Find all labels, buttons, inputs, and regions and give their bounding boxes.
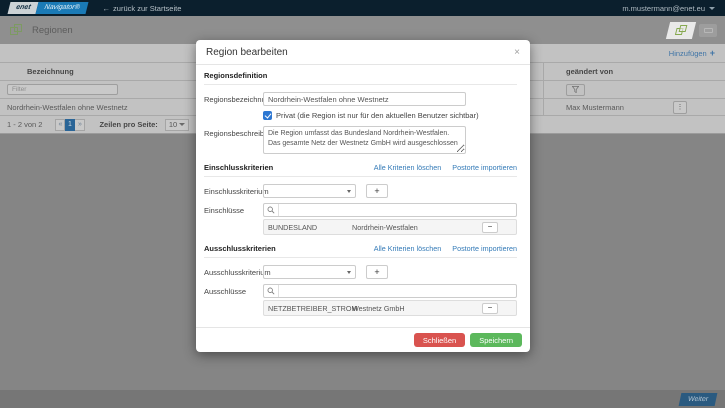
- ausschluss-item-type: NETZBETREIBER_STROM: [268, 303, 358, 313]
- exclude-import-postorte-link[interactable]: Postorte importieren: [452, 244, 517, 253]
- regionsbeschreibung-row: Regionsbeschreibung Die Region umfasst d…: [204, 126, 517, 154]
- regionsbezeichnung-label: Regionsbezeichnung: [204, 95, 275, 104]
- top-navbar: enet Navigator® ← zurück zur Startseite …: [0, 0, 725, 16]
- privat-row: Privat (die Region ist nur für den aktue…: [263, 111, 517, 120]
- modal-header: Region bearbeiten ×: [196, 40, 530, 65]
- logo-enet: enet: [7, 2, 39, 14]
- search-icon: [264, 204, 279, 216]
- ausschlusskriterium-label: Ausschlusskriterium: [204, 268, 271, 277]
- back-to-start-link[interactable]: ← zurück zur Startseite: [103, 4, 182, 13]
- pagination-range: 1 - 2 von 2: [7, 120, 43, 129]
- regionsdefinition-heading: Regionsdefinition: [204, 71, 268, 80]
- back-arrow-icon: ←: [102, 3, 111, 13]
- speichern-button[interactable]: Speichern: [470, 333, 522, 347]
- modal-body: Regionsdefinition Regionsbezeichnung Pri…: [196, 65, 530, 327]
- section-regionsdefinition: Regionsdefinition: [204, 71, 517, 85]
- einschluss-list-item: BUNDESLAND Nordrhein-Westfalen −: [263, 219, 517, 235]
- logo-navigator: Navigator®: [35, 2, 89, 14]
- einschluesse-search: [263, 203, 517, 217]
- bezeichnung-filter-input[interactable]: [7, 84, 118, 95]
- overlap-squares-icon: [674, 24, 688, 36]
- plus-icon[interactable]: +: [710, 48, 715, 58]
- modal-title: Region bearbeiten: [206, 47, 288, 58]
- einschlusskriterium-select[interactable]: [263, 184, 356, 198]
- add-ausschlusskriterium-button[interactable]: +: [366, 265, 388, 279]
- exclude-clear-all-link[interactable]: Alle Kriterien löschen: [374, 244, 442, 253]
- back-link-label: zurück zur Startseite: [113, 3, 182, 13]
- chevron-down-icon: [347, 189, 351, 193]
- ausschluss-list-item: NETZBETREIBER_STROM Westnetz GmbH −: [263, 300, 517, 316]
- section-ausschlusskriterien: Ausschlusskriterien Alle Kriterien lösch…: [204, 244, 517, 258]
- ausschlusskriterium-select[interactable]: [263, 265, 356, 279]
- private-checkbox-label: Privat (die Region ist nur für den aktue…: [276, 111, 479, 120]
- ausschluesse-label: Ausschlüsse: [204, 287, 247, 296]
- regionsbezeichnung-row: Regionsbezeichnung: [204, 92, 517, 106]
- regions-icon: [10, 23, 23, 37]
- region-edit-modal: Region bearbeiten × Regionsdefinition Re…: [196, 40, 530, 352]
- remove-ausschluss-button[interactable]: −: [482, 302, 498, 314]
- secondary-action-button[interactable]: [699, 23, 717, 37]
- chevron-down-icon: [178, 123, 185, 126]
- einschluss-item-value: Nordrhein-Westfalen: [352, 222, 418, 232]
- chevron-down-icon: [709, 6, 715, 10]
- regionsbeschreibung-textarea[interactable]: Die Region umfasst das Bundesland Nordrh…: [263, 126, 466, 154]
- einschlusskriterium-label: Einschlusskriterium: [204, 187, 269, 196]
- modal-footer: Schließen Speichern: [196, 327, 530, 352]
- ausschluesse-search-input[interactable]: [279, 285, 516, 297]
- include-import-postorte-link[interactable]: Postorte importieren: [452, 163, 517, 172]
- panel-icon: [703, 27, 713, 33]
- primary-action-button[interactable]: [665, 21, 697, 39]
- search-icon: [264, 285, 279, 297]
- pagination-page-1-button[interactable]: 1: [65, 118, 76, 131]
- pagination-prev-button[interactable]: «: [55, 118, 66, 131]
- ausschluesse-row: Ausschlüsse NETZBETREIBER_STROM Westnetz…: [204, 284, 517, 316]
- ausschlusskriterium-row: Ausschlusskriterium +: [204, 265, 517, 279]
- schliessen-button[interactable]: Schließen: [413, 333, 466, 347]
- regionsbeschreibung-label: Regionsbeschreibung: [204, 129, 277, 138]
- einschluesse-row: Einschlüsse BUNDESLAND Nordrhein-Westfal…: [204, 203, 517, 235]
- funnel-icon: [572, 86, 579, 93]
- add-region-link[interactable]: Hinzufügen: [669, 49, 707, 58]
- einschluesse-label: Einschlüsse: [204, 206, 245, 215]
- chevron-down-icon: [347, 270, 351, 274]
- column-header-geaendert-von[interactable]: geändert von: [543, 63, 725, 80]
- include-clear-all-link[interactable]: Alle Kriterien löschen: [374, 163, 442, 172]
- einschlusskriterium-row: Einschlusskriterium +: [204, 184, 517, 198]
- pagination-next-button[interactable]: »: [75, 118, 86, 131]
- header-actions: [665, 21, 717, 39]
- user-menu[interactable]: m.mustermann@enet.eu: [622, 4, 715, 13]
- page-footer: Weiter: [0, 390, 725, 408]
- row-actions-button[interactable]: ⋮: [673, 100, 687, 114]
- filter-funnel-button[interactable]: [566, 83, 585, 96]
- section-einschlusskriterien: Einschlusskriterien Alle Kriterien lösch…: [204, 163, 517, 177]
- weiter-button[interactable]: Weiter: [678, 392, 718, 406]
- private-checkbox[interactable]: [263, 111, 272, 120]
- rows-per-page-value: 10: [168, 120, 178, 129]
- page-title: Regionen: [32, 24, 73, 36]
- add-einschlusskriterium-button[interactable]: +: [366, 184, 388, 198]
- regionsbezeichnung-input[interactable]: [263, 92, 466, 106]
- einschluesse-search-input[interactable]: [279, 204, 516, 216]
- einschluss-item-type: BUNDESLAND: [268, 222, 318, 232]
- remove-einschluss-button[interactable]: −: [482, 221, 498, 233]
- close-icon[interactable]: ×: [514, 47, 520, 57]
- cell-geaendert-von: Max Mustermann: [566, 102, 624, 112]
- ausschluesse-search: [263, 284, 517, 298]
- rows-per-page-select[interactable]: 10: [164, 118, 189, 131]
- app-logo: enet Navigator®: [7, 2, 89, 14]
- user-email: m.mustermann@enet.eu: [622, 3, 705, 13]
- ausschluss-item-value: Westnetz GmbH: [352, 303, 405, 313]
- ausschlusskriterien-heading: Ausschlusskriterien: [204, 244, 276, 253]
- rows-per-page-label: Zeilen pro Seite:: [99, 120, 158, 129]
- einschlusskriterien-heading: Einschlusskriterien: [204, 163, 274, 172]
